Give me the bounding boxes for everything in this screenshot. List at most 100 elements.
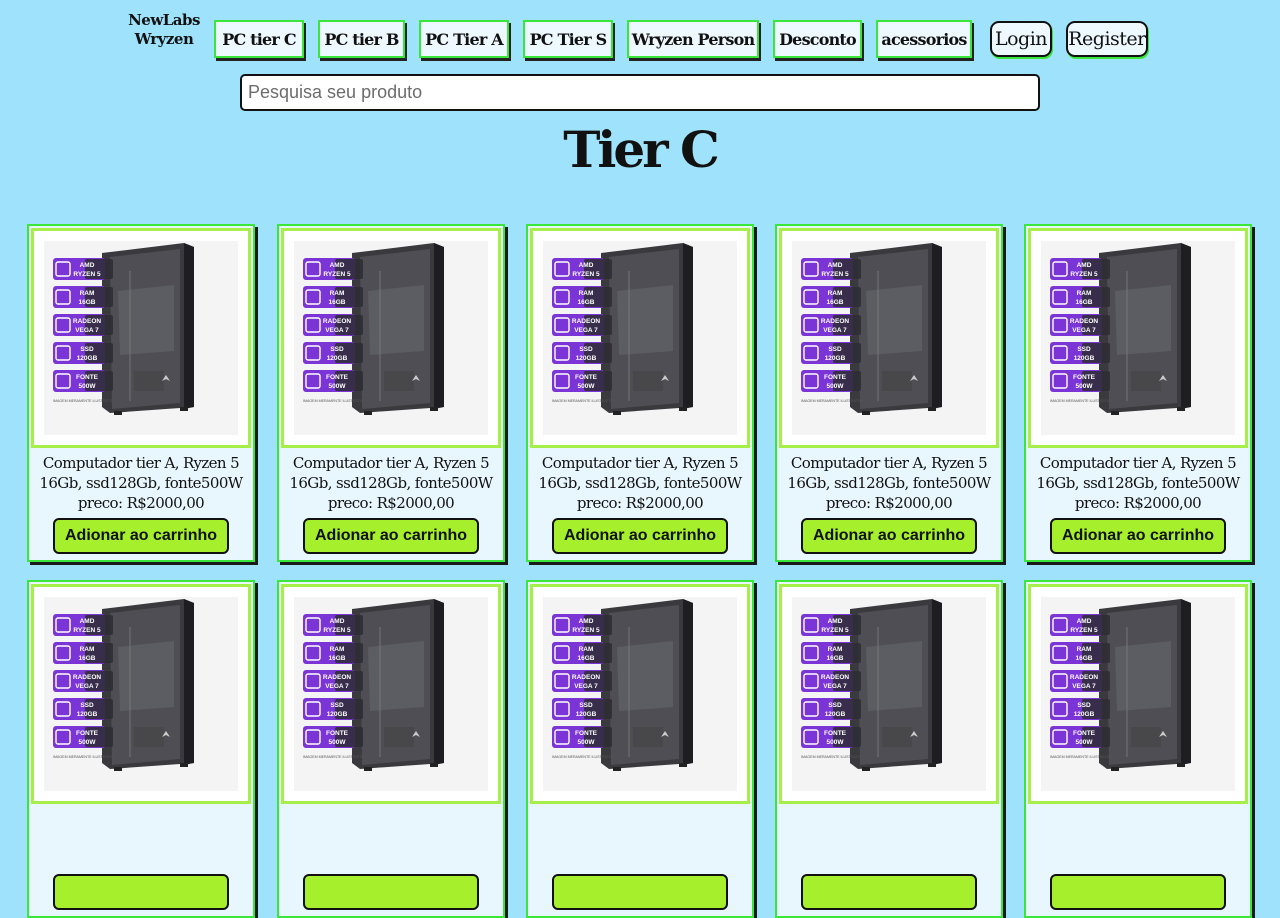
spec-tag: AMD RYZEN 5 bbox=[303, 614, 363, 636]
svg-text:FONTE: FONTE bbox=[76, 374, 99, 381]
svg-text:16GB: 16GB bbox=[329, 655, 346, 662]
product-card: AMD RYZEN 5 RAM 16GB RADEON VEGA 7 SSD 120GB FON… bbox=[775, 580, 1003, 918]
pc-case-illustration bbox=[850, 243, 942, 415]
spec-tag: AMD RYZEN 5 bbox=[303, 258, 363, 280]
svg-text:SSD: SSD bbox=[579, 346, 593, 353]
svg-text:RADEON: RADEON bbox=[1070, 674, 1098, 681]
svg-text:RAM: RAM bbox=[1077, 290, 1092, 297]
product-card: AMD RYZEN 5 RAM 16GB RADEON VEGA 7 SSD 120GB FON… bbox=[526, 224, 754, 562]
svg-text:RADEON: RADEON bbox=[73, 674, 101, 681]
svg-text:AMD: AMD bbox=[1077, 618, 1092, 625]
spec-tag: RAM 16GB bbox=[552, 286, 612, 308]
product-image[interactable]: AMD RYZEN 5 RAM 16GB RADEON VEGA 7 SSD 120GB FON… bbox=[1028, 584, 1248, 804]
svg-text:AMD: AMD bbox=[80, 262, 95, 269]
pc-case-illustration bbox=[601, 243, 693, 415]
svg-text:FONTE: FONTE bbox=[326, 374, 349, 381]
pc-case-illustration bbox=[850, 599, 942, 771]
svg-text:VEGA 7: VEGA 7 bbox=[823, 327, 847, 334]
spec-tag: SSD 120GB bbox=[1050, 342, 1110, 364]
spec-tag: RADEON VEGA 7 bbox=[53, 670, 113, 692]
add-to-cart-button[interactable] bbox=[303, 874, 479, 910]
spec-tag: RADEON VEGA 7 bbox=[1050, 670, 1110, 692]
svg-text:IMAGEM MERAMENTE ILUSTRATIVA: IMAGEM MERAMENTE ILUSTRATIVA bbox=[53, 755, 116, 759]
product-card: AMD RYZEN 5 RAM 16GB RADEON VEGA 7 SSD 120GB FON… bbox=[1024, 580, 1252, 918]
svg-text:16GB: 16GB bbox=[1076, 655, 1093, 662]
spec-tag: RADEON VEGA 7 bbox=[53, 314, 113, 336]
svg-text:500W: 500W bbox=[1076, 739, 1094, 746]
svg-text:FONTE: FONTE bbox=[76, 730, 99, 737]
product-name: Computador tier A, Ryzen 5 16Gb, ssd128G… bbox=[787, 454, 991, 492]
svg-text:FONTE: FONTE bbox=[326, 730, 349, 737]
svg-text:120GB: 120GB bbox=[327, 355, 348, 362]
svg-text:120GB: 120GB bbox=[1074, 355, 1095, 362]
svg-text:120GB: 120GB bbox=[576, 355, 597, 362]
add-to-cart-button[interactable] bbox=[801, 874, 977, 910]
pc-case-illustration bbox=[102, 599, 194, 771]
svg-text:RAM: RAM bbox=[330, 290, 345, 297]
svg-text:SSD: SSD bbox=[1077, 702, 1091, 709]
svg-text:RYZEN 5: RYZEN 5 bbox=[73, 271, 101, 278]
spec-tag: RADEON VEGA 7 bbox=[552, 670, 612, 692]
svg-text:VEGA 7: VEGA 7 bbox=[574, 683, 598, 690]
product-image[interactable]: AMD RYZEN 5 RAM 16GB RADEON VEGA 7 SSD 120GB FON… bbox=[1028, 228, 1248, 448]
spec-tag: RAM 16GB bbox=[303, 642, 363, 664]
product-name: Computador tier A, Ryzen 5 16Gb, ssd128G… bbox=[538, 454, 742, 492]
product-image[interactable]: AMD RYZEN 5 RAM 16GB RADEON VEGA 7 SSD 120GB FON… bbox=[530, 584, 750, 804]
svg-text:IMAGEM MERAMENTE ILUSTRATIVA: IMAGEM MERAMENTE ILUSTRATIVA bbox=[1050, 399, 1113, 403]
product-image[interactable]: AMD RYZEN 5 RAM 16GB RADEON VEGA 7 SSD 120GB FON… bbox=[281, 228, 501, 448]
svg-text:RYZEN 5: RYZEN 5 bbox=[73, 627, 101, 634]
add-to-cart-button[interactable] bbox=[1050, 874, 1226, 910]
svg-text:VEGA 7: VEGA 7 bbox=[75, 327, 99, 334]
svg-text:IMAGEM MERAMENTE ILUSTRATIVA: IMAGEM MERAMENTE ILUSTRATIVA bbox=[303, 755, 366, 759]
add-to-cart-button[interactable]: Adionar ao carrinho bbox=[303, 518, 479, 554]
product-image[interactable]: AMD RYZEN 5 RAM 16GB RADEON VEGA 7 SSD 120GB FON… bbox=[779, 584, 999, 804]
add-to-cart-button[interactable] bbox=[53, 874, 229, 910]
svg-text:500W: 500W bbox=[79, 739, 97, 746]
product-name: Computador tier A, Ryzen 5 16Gb, ssd128G… bbox=[289, 454, 493, 492]
spec-tag: FONTE 500W bbox=[552, 726, 612, 748]
add-to-cart-button[interactable] bbox=[552, 874, 728, 910]
svg-text:SSD: SSD bbox=[80, 346, 94, 353]
spec-tag: RADEON VEGA 7 bbox=[303, 314, 363, 336]
add-to-cart-button[interactable]: Adionar ao carrinho bbox=[53, 518, 229, 554]
spec-tag: RAM 16GB bbox=[53, 286, 113, 308]
spec-tag: AMD RYZEN 5 bbox=[53, 614, 113, 636]
spec-tag: SSD 120GB bbox=[303, 698, 363, 720]
spec-tag: FONTE 500W bbox=[303, 370, 363, 392]
product-image[interactable]: AMD RYZEN 5 RAM 16GB RADEON VEGA 7 SSD 120GB FON… bbox=[31, 228, 251, 448]
svg-text:VEGA 7: VEGA 7 bbox=[823, 683, 847, 690]
svg-text:SSD: SSD bbox=[330, 702, 344, 709]
product-image[interactable]: AMD RYZEN 5 RAM 16GB RADEON VEGA 7 SSD 120GB FON… bbox=[530, 228, 750, 448]
svg-text:RYZEN 5: RYZEN 5 bbox=[1070, 271, 1098, 278]
svg-text:500W: 500W bbox=[578, 739, 596, 746]
svg-text:VEGA 7: VEGA 7 bbox=[1072, 683, 1096, 690]
svg-text:500W: 500W bbox=[1076, 383, 1094, 390]
product-price: preco: R$2000,00 bbox=[77, 494, 205, 512]
svg-text:RYZEN 5: RYZEN 5 bbox=[323, 627, 351, 634]
svg-text:FONTE: FONTE bbox=[575, 730, 598, 737]
spec-tag: RAM 16GB bbox=[1050, 286, 1110, 308]
add-to-cart-button[interactable]: Adionar ao carrinho bbox=[552, 518, 728, 554]
spec-tag: FONTE 500W bbox=[303, 726, 363, 748]
product-card: AMD RYZEN 5 RAM 16GB RADEON VEGA 7 SSD 120GB FON… bbox=[775, 224, 1003, 562]
pc-case-illustration bbox=[1099, 243, 1191, 415]
svg-text:AMD: AMD bbox=[579, 262, 594, 269]
spec-tag: SSD 120GB bbox=[53, 698, 113, 720]
spec-tag: AMD RYZEN 5 bbox=[801, 258, 861, 280]
svg-text:16GB: 16GB bbox=[329, 299, 346, 306]
product-image[interactable]: AMD RYZEN 5 RAM 16GB RADEON VEGA 7 SSD 120GB FON… bbox=[31, 584, 251, 804]
svg-text:RADEON: RADEON bbox=[73, 318, 101, 325]
product-image[interactable]: AMD RYZEN 5 RAM 16GB RADEON VEGA 7 SSD 120GB FON… bbox=[779, 228, 999, 448]
svg-text:16GB: 16GB bbox=[1076, 299, 1093, 306]
svg-text:FONTE: FONTE bbox=[1073, 730, 1096, 737]
product-name: Computador tier A, Ryzen 5 16Gb, ssd128G… bbox=[39, 454, 243, 492]
spec-tag: RAM 16GB bbox=[801, 286, 861, 308]
product-grid: AMD RYZEN 5 RAM 16GB RADEON VEGA 7 SSD 120GB FON… bbox=[0, 0, 1280, 918]
add-to-cart-button[interactable]: Adionar ao carrinho bbox=[1050, 518, 1226, 554]
add-to-cart-button[interactable]: Adionar ao carrinho bbox=[801, 518, 977, 554]
pc-case-illustration bbox=[102, 243, 194, 415]
svg-text:IMAGEM MERAMENTE ILUSTRATIVA: IMAGEM MERAMENTE ILUSTRATIVA bbox=[552, 399, 615, 403]
spec-tag: RAM 16GB bbox=[1050, 642, 1110, 664]
product-card: AMD RYZEN 5 RAM 16GB RADEON VEGA 7 SSD 120GB FON… bbox=[1024, 224, 1252, 562]
product-image[interactable]: AMD RYZEN 5 RAM 16GB RADEON VEGA 7 SSD 120GB FON… bbox=[281, 584, 501, 804]
